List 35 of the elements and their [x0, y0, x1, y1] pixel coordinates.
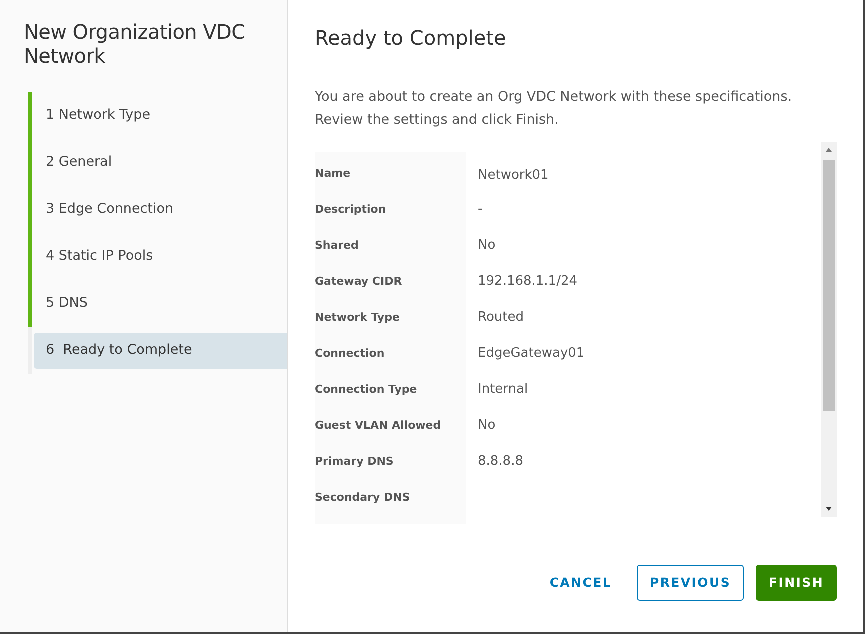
field-label: Secondary DNS [315, 491, 410, 504]
field-label: Guest VLAN Allowed [315, 419, 442, 432]
wizard-title: New Organization VDC Network [24, 20, 246, 68]
previous-button[interactable]: PREVIOUS [637, 565, 744, 601]
field-label: Shared [315, 239, 359, 252]
field-label: Network Type [315, 311, 400, 324]
scroll-down-icon[interactable] [825, 505, 833, 513]
scroll-up-icon[interactable] [825, 146, 833, 154]
field-value: 192.168.1.1/24 [478, 274, 578, 289]
field-value: - [478, 202, 483, 217]
field-value: No [478, 418, 496, 433]
intro-text: You are about to create an Org VDC Network with these specifications. Review the settings and click Finish. [315, 88, 794, 130]
field-value: EdgeGateway01 [478, 346, 585, 361]
field-value: Routed [478, 310, 524, 325]
field-label: Name [315, 167, 351, 180]
wizard-step[interactable]: 1 Network Type [34, 98, 287, 134]
field-label: Gateway CIDR [315, 275, 402, 288]
wizard-step[interactable]: 6 Ready to Complete [34, 332, 287, 368]
field-label: Primary DNS [315, 455, 394, 468]
field-value: No [478, 238, 496, 253]
cancel-button[interactable]: CANCEL [536, 565, 625, 601]
page-title: Ready to Complete [315, 26, 508, 50]
wizard-step[interactable]: 2 General [34, 144, 287, 180]
field-label: Connection [315, 347, 385, 360]
scrollbar[interactable] [821, 142, 837, 517]
wizard-step[interactable]: 3 Edge Connection [34, 192, 287, 228]
field-label: Description [315, 203, 386, 216]
wizard-step[interactable]: 4 Static IP Pools [34, 238, 287, 274]
field-value: Internal [478, 382, 528, 397]
wizard-step[interactable]: 5 DNS [34, 286, 287, 322]
field-value: Network01 [478, 168, 549, 183]
field-label: Connection Type [315, 383, 418, 396]
field-value: 8.8.8.8 [478, 454, 524, 469]
finish-button[interactable]: FINISH [756, 565, 837, 601]
scroll-thumb[interactable] [823, 160, 835, 411]
